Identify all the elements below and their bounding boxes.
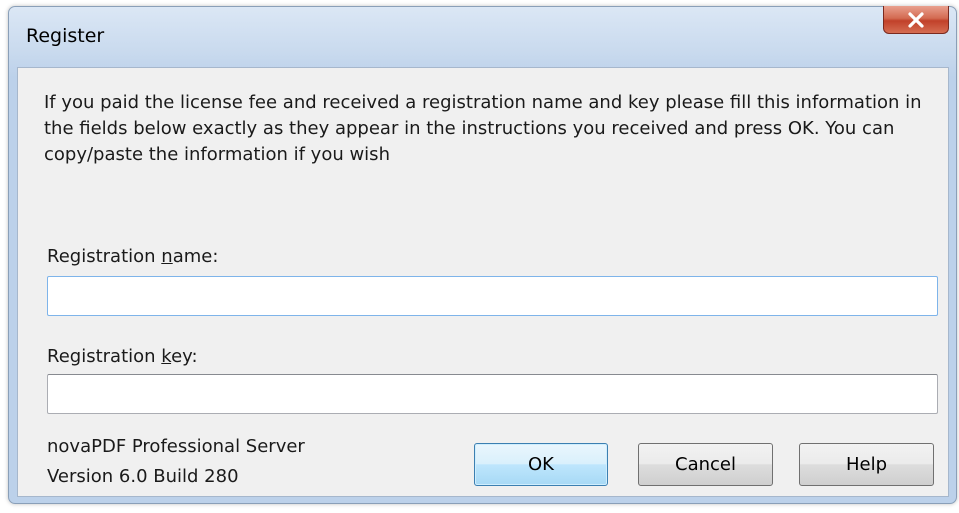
- product-version: Version 6.0 Build 280: [47, 466, 239, 487]
- help-button[interactable]: Help: [799, 443, 934, 486]
- registration-name-input[interactable]: [47, 276, 938, 316]
- registration-key-label: Registration key:: [47, 346, 198, 367]
- product-info: novaPDF Professional Server Version 6.0 …: [47, 432, 305, 492]
- close-button[interactable]: [883, 6, 949, 34]
- registration-key-label-prefix: Registration: [47, 346, 162, 367]
- window-title: Register: [26, 25, 105, 47]
- registration-name-label-suffix: ame:: [172, 246, 219, 267]
- registration-name-label: Registration name:: [47, 246, 218, 267]
- registration-key-input[interactable]: [47, 374, 938, 414]
- registration-key-accelerator: k: [161, 346, 172, 367]
- product-name: novaPDF Professional Server: [47, 436, 305, 457]
- registration-key-label-suffix: ey:: [171, 346, 198, 367]
- close-icon: [907, 11, 925, 28]
- registration-name-label-prefix: Registration: [47, 246, 162, 267]
- instructions-text: If you paid the license fee and received…: [44, 92, 922, 165]
- register-dialog: Register If you paid the license fee and…: [8, 6, 957, 504]
- cancel-button[interactable]: Cancel: [638, 443, 773, 486]
- dialog-body: If you paid the license fee and received…: [17, 67, 949, 497]
- ok-button[interactable]: OK: [474, 443, 608, 486]
- registration-name-accelerator: n: [161, 246, 173, 267]
